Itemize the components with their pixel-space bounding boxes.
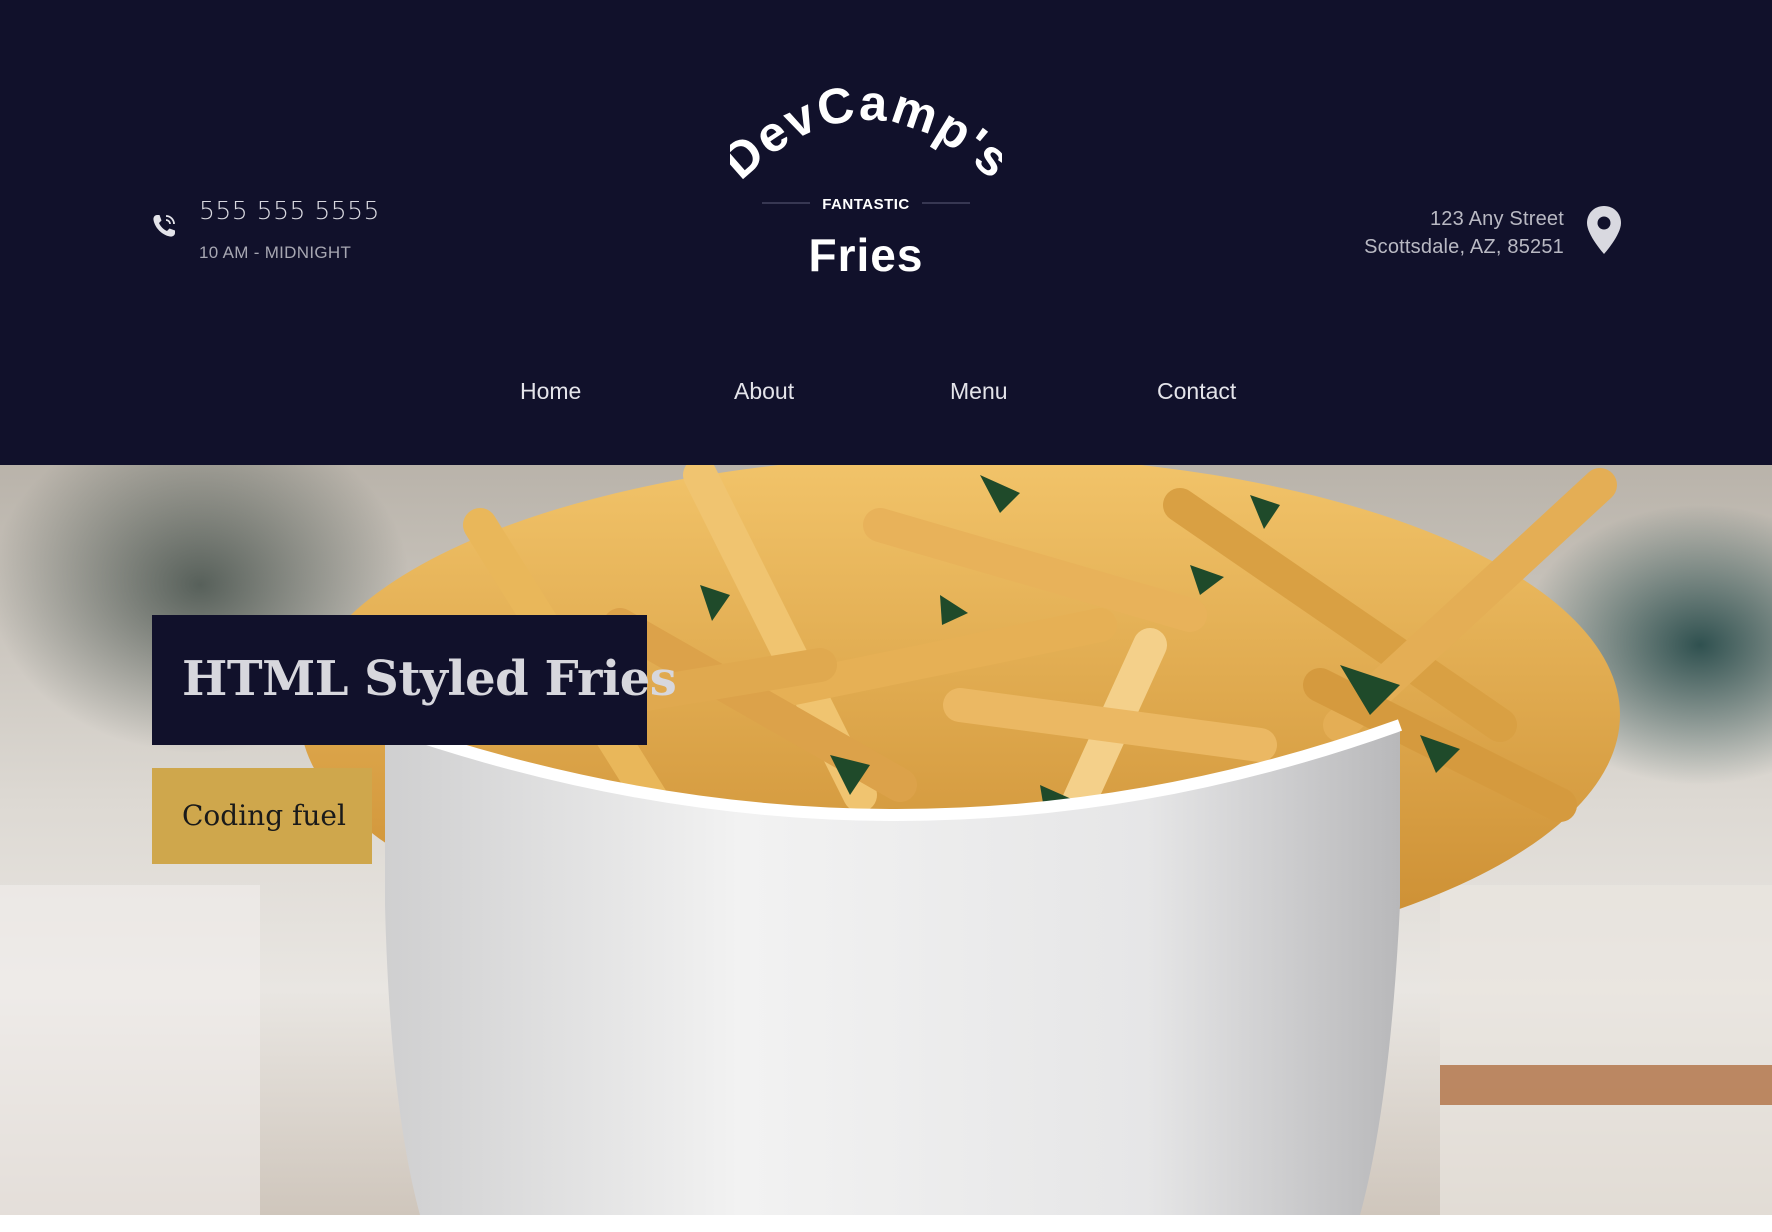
- address-line1: 123 Any Street: [1429, 208, 1564, 230]
- coding-fuel-label: Coding fuel: [182, 799, 346, 832]
- address-line2: Scottsdale, AZ, 85251: [1364, 236, 1564, 258]
- site-logo[interactable]: DevCamp's FANTASTIC Fries: [730, 85, 1002, 285]
- main-nav: Home About Menu Contact: [0, 378, 1772, 418]
- logo-middle-text: FANTASTIC: [822, 196, 910, 213]
- map-pin-icon: [1587, 206, 1621, 254]
- phone-number: 555 555 5555: [199, 196, 380, 225]
- logo-bottom-text: Fries: [809, 229, 924, 281]
- page: 555 555 5555 10 AM - MIDNIGHT DevCamp's …: [0, 0, 1772, 1232]
- coding-fuel-button[interactable]: Coding fuel: [152, 768, 372, 864]
- nav-item-menu[interactable]: Menu: [950, 378, 1008, 405]
- site-header: 555 555 5555 10 AM - MIDNIGHT DevCamp's …: [0, 0, 1772, 465]
- hero-title: HTML Styled Fries: [182, 651, 677, 707]
- phone-icon: [153, 215, 175, 237]
- nav-item-contact[interactable]: Contact: [1157, 378, 1236, 405]
- hero-title-box: HTML Styled Fries: [152, 615, 677, 745]
- nav-item-home[interactable]: Home: [520, 378, 581, 405]
- svg-text:DevCamp's: DevCamp's: [730, 85, 1002, 190]
- page-bottom-edge: [0, 1215, 1772, 1232]
- address: 123 Any Street Scottsdale, AZ, 85251: [1364, 205, 1564, 261]
- business-hours: 10 AM - MIDNIGHT: [199, 243, 352, 262]
- nav-item-about[interactable]: About: [734, 378, 794, 405]
- logo-top-text: DevCamp's: [730, 85, 1002, 190]
